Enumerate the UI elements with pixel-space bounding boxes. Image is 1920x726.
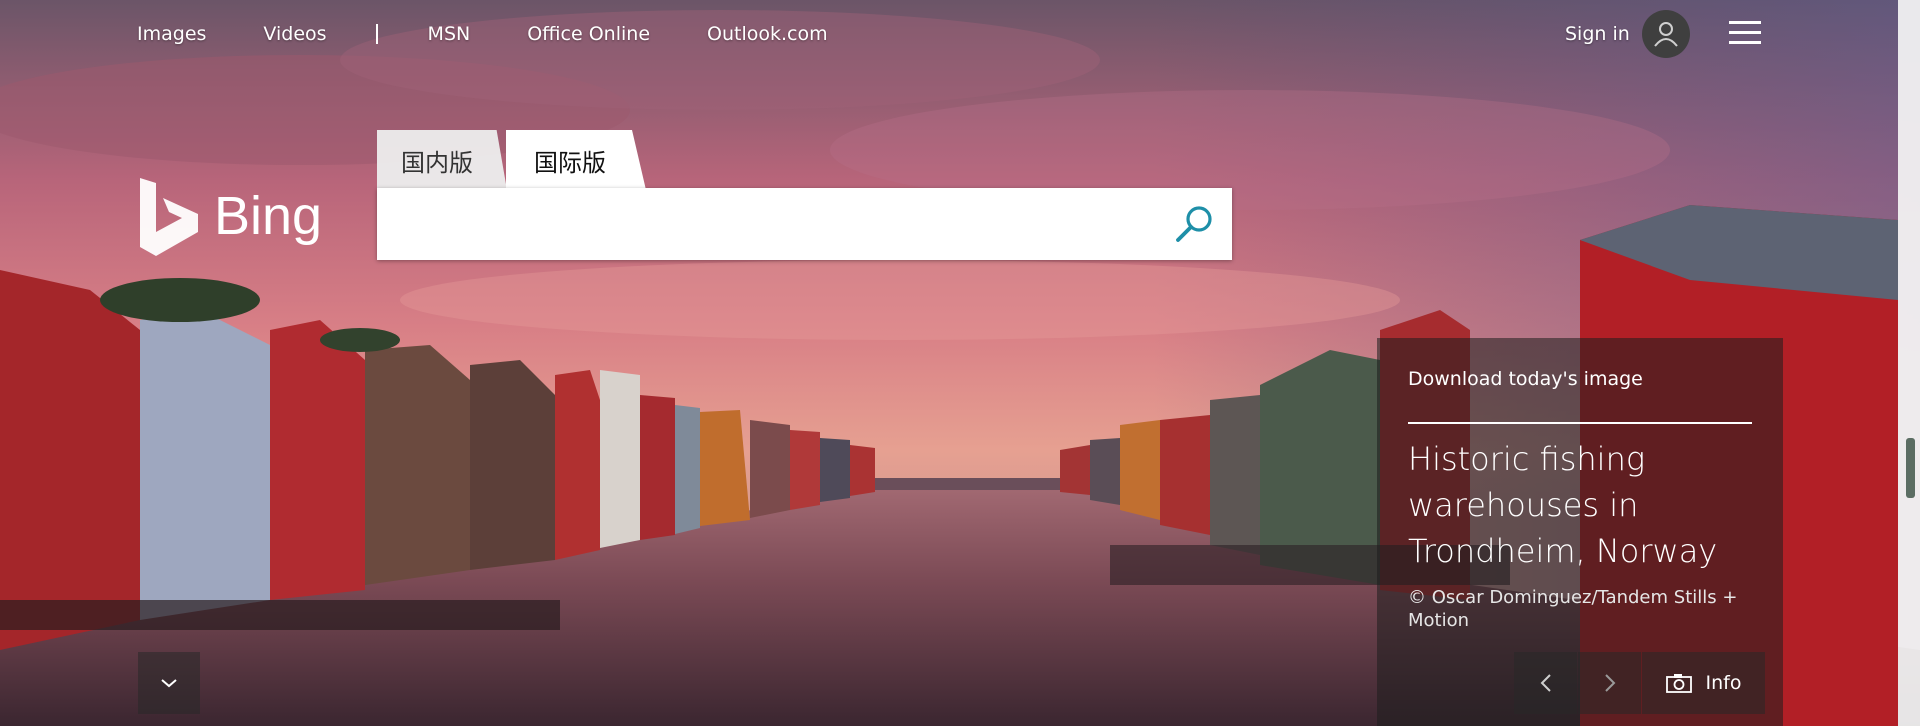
chevron-down-icon [161,679,177,688]
chevron-right-icon [1604,674,1615,692]
vertical-scrollbar[interactable] [1898,0,1920,726]
sign-in-link[interactable]: Sign in [1565,23,1630,45]
tab-domestic[interactable]: 国内版 [377,130,497,190]
download-image-link[interactable]: Download today's image [1408,368,1643,390]
scrollbar-thumb[interactable] [1906,438,1915,498]
scroll-down-button[interactable] [138,652,200,714]
nav-link-images[interactable]: Images [137,23,206,45]
previous-image-button[interactable] [1514,652,1577,714]
panel-divider [1408,422,1752,424]
info-button[interactable]: Info [1642,652,1765,714]
bing-logo-text: Bing [214,186,322,246]
camera-icon [1665,674,1692,693]
image-copyright: © Oscar Dominguez/Tandem Stills + Motion [1408,587,1738,631]
search-button[interactable] [1158,189,1232,259]
nav-divider [375,24,378,44]
nav-link-office-online[interactable]: Office Online [527,23,650,45]
info-label: Info [1705,672,1742,694]
search-input[interactable] [377,188,1147,260]
chevron-left-icon [1540,674,1551,692]
image-nav-controls: Info [1514,652,1765,714]
nav-link-videos[interactable]: Videos [263,23,326,45]
top-nav: Images Videos MSN Office Online Outlook.… [137,22,885,46]
user-icon[interactable] [1642,10,1690,58]
search-box [377,188,1232,260]
image-headline[interactable]: Historic fishing warehouses in Trondheim… [1408,436,1748,574]
search-icon [1176,206,1212,242]
nav-link-msn[interactable]: MSN [428,23,471,45]
tab-international[interactable]: 国际版 [507,130,633,190]
bing-logo[interactable]: Bing [138,176,338,258]
hamburger-icon[interactable] [1729,20,1761,46]
bing-homepage: Images Videos MSN Office Online Outlook.… [0,0,1920,726]
nav-link-outlook[interactable]: Outlook.com [707,23,828,45]
next-image-button[interactable] [1578,652,1641,714]
